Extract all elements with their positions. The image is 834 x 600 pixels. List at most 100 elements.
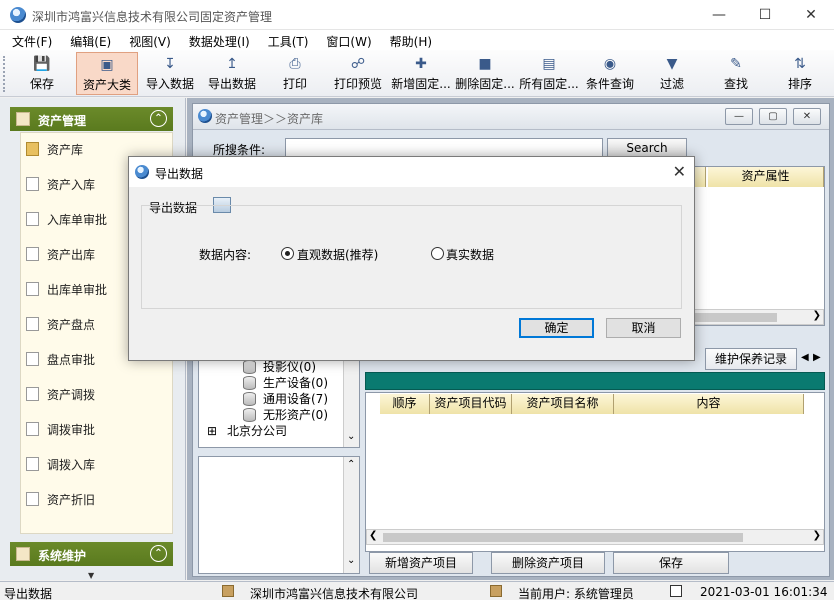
database-icon (243, 376, 256, 390)
document-icon (26, 352, 39, 366)
toolbar-label: 删除固定... (455, 77, 515, 91)
group-header-system-maintenance[interactable]: 系统维护 ⌃ (10, 542, 173, 566)
scroll-down-icon[interactable]: ▼ (88, 571, 94, 580)
menu-tools[interactable]: 工具(T) (256, 30, 315, 50)
menu-bar: 文件(F) 编辑(E) 视图(V) 数据处理(I) 工具(T) 窗口(W) 帮助… (0, 30, 834, 50)
tab-maintenance-records[interactable]: 维护保养记录 (705, 348, 797, 370)
child-minimize-button[interactable]: — (725, 108, 753, 125)
vertical-scrollbar[interactable]: ⌃ ⌄ (343, 457, 359, 573)
menu-file[interactable]: 文件(F) (0, 30, 58, 50)
radio-real-data[interactable] (431, 247, 444, 260)
tab-scroll-right-icon[interactable]: ▶ (813, 352, 821, 363)
asset-item-grid[interactable]: 顺序 资产项目代码 资产项目名称 内容 ❮ ❯ (365, 392, 825, 552)
all-assets-button[interactable]: ▤ 所有固定... (518, 52, 580, 95)
group-header-asset-management[interactable]: 资产管理 ⌃ (10, 107, 173, 131)
scroll-down-icon[interactable]: ⌄ (347, 431, 355, 442)
sidebar-item-asset-transfer[interactable]: 资产调拨 (21, 378, 172, 413)
grid-header-item-code[interactable]: 资产项目代码 (430, 394, 512, 414)
menu-data[interactable]: 数据处理(I) (177, 30, 256, 50)
sort-button[interactable]: ⇅ 排序 (778, 52, 822, 95)
export-data-button[interactable]: ↥ 导出数据 (202, 52, 262, 95)
export-data-dialog: 导出数据 ✕ 导出数据 数据内容: 直观数据(推荐) 真实数据 确定 取消 (128, 156, 695, 361)
grid-header-content[interactable]: 内容 (614, 394, 804, 414)
search-button[interactable]: Search (607, 138, 687, 158)
tree-node-label: 通用设备(7) (263, 392, 328, 406)
asset-category-tree: 投影仪(0) 生产设备(0) 通用设备(7) 无形资产(0) ⊞ 北京分公司 ⌄ (198, 354, 360, 448)
horizontal-scrollbar[interactable]: ❮ ❯ (366, 529, 824, 545)
dialog-title: 导出数据 (155, 167, 204, 181)
database-icon (243, 392, 256, 406)
sidebar-item-label: 入库单审批 (47, 213, 108, 227)
tree-node[interactable]: 无形资产(0) (243, 407, 328, 423)
delete-asset-button[interactable]: ■ 删除固定... (454, 52, 516, 95)
child-close-button[interactable]: ✕ (793, 108, 821, 125)
add-asset-icon: ✚ (415, 56, 427, 72)
delete-asset-item-button[interactable]: 删除资产项目 (491, 552, 605, 574)
ok-button[interactable]: 确定 (519, 318, 594, 338)
tree-node-label: 投影仪(0) (263, 360, 316, 374)
add-asset-button[interactable]: ✚ 新增固定... (390, 52, 452, 95)
menu-view[interactable]: 视图(V) (117, 30, 177, 50)
toolbar-grip[interactable] (3, 56, 6, 92)
radio-real-data-label[interactable]: 真实数据 (446, 247, 494, 263)
sidebar-item-asset-depreciation[interactable]: 资产折旧 (21, 483, 172, 518)
import-data-button[interactable]: ↧ 导入数据 (140, 52, 200, 95)
app-icon (135, 165, 149, 179)
floppy-disk-icon: 💾 (33, 56, 51, 72)
condition-query-button[interactable]: ◉ 条件查询 (582, 52, 638, 95)
close-button[interactable]: ✕ (788, 0, 834, 30)
collapse-icon[interactable]: ⌃ (150, 110, 167, 127)
scroll-right-icon[interactable]: ❯ (813, 530, 821, 541)
print-button[interactable]: ⎙ 打印 (266, 52, 324, 95)
radio-intuitive-data-label[interactable]: 直观数据(推荐) (297, 247, 378, 263)
calendar-icon (670, 585, 682, 597)
sidebar-item-transfer-inbound[interactable]: 调拨入库 (21, 448, 172, 483)
toolbar-label: 导入数据 (145, 77, 194, 91)
tree-node[interactable]: 通用设备(7) (243, 391, 328, 407)
scroll-right-icon[interactable]: ❯ (813, 310, 821, 321)
vertical-scrollbar[interactable]: ⌄ (343, 355, 359, 447)
save-items-button[interactable]: 保存 (613, 552, 729, 574)
status-company: 深圳市鸿富兴信息技术有限公司 (250, 587, 419, 600)
grid-header-order[interactable]: 顺序 (380, 394, 430, 414)
search-input[interactable] (285, 138, 603, 158)
scroll-up-icon[interactable]: ⌃ (347, 459, 355, 470)
sidebar-item-label: 资产折旧 (47, 493, 96, 507)
print-preview-button[interactable]: ☍ 打印预览 (328, 52, 388, 95)
child-restore-button[interactable]: ▢ (759, 108, 787, 125)
scroll-down-icon[interactable]: ⌄ (347, 555, 355, 566)
tree-node[interactable]: ⊞ 北京分公司 (207, 423, 287, 439)
radio-intuitive-data[interactable] (281, 247, 294, 260)
maximize-button[interactable]: ☐ (742, 0, 788, 30)
tree-node[interactable]: 生产设备(0) (243, 375, 328, 391)
toolbar-label: 条件查询 (585, 77, 634, 91)
status-datetime: 2021-03-01 16:01:34 (700, 585, 828, 599)
add-asset-item-button[interactable]: 新增资产项目 (369, 552, 473, 574)
expand-icon[interactable]: ⊞ (207, 423, 217, 439)
sidebar-item-transfer-approval[interactable]: 调拨审批 (21, 413, 172, 448)
tab-scroll-left-icon[interactable]: ◀ (801, 352, 809, 363)
sidebar-item-label: 调拨审批 (47, 423, 96, 437)
status-message: 导出数据 (4, 587, 53, 600)
menu-edit[interactable]: 编辑(E) (58, 30, 117, 50)
minimize-button[interactable]: — (696, 0, 742, 30)
box-icon (26, 142, 39, 156)
menu-help[interactable]: 帮助(H) (378, 30, 438, 50)
dialog-close-icon[interactable]: ✕ (673, 162, 686, 181)
print-preview-icon: ☍ (350, 56, 366, 72)
asset-category-button[interactable]: ▣ 资产大类 (76, 52, 138, 95)
sidebar-item-label: 资产调拨 (47, 388, 96, 402)
scroll-left-icon[interactable]: ❮ (369, 530, 377, 541)
collapse-icon[interactable]: ⌃ (150, 545, 167, 562)
find-button[interactable]: ✎ 查找 (714, 52, 758, 95)
menu-window[interactable]: 窗口(W) (314, 30, 377, 50)
grid-header-item-name[interactable]: 资产项目名称 (512, 394, 614, 414)
save-button[interactable]: 💾 保存 (12, 52, 72, 95)
tree-node[interactable]: 投影仪(0) (243, 359, 316, 375)
cancel-button[interactable]: 取消 (606, 318, 681, 338)
scrollbar-thumb[interactable] (383, 533, 743, 542)
sidebar-item-label: 资产库 (47, 143, 84, 157)
window-title: 深圳市鸿富兴信息技术有限公司固定资产管理 (32, 10, 273, 24)
grid-header-asset-attributes[interactable]: 资产属性 (708, 167, 824, 187)
filter-button[interactable]: ▼ 过滤 (650, 52, 694, 95)
